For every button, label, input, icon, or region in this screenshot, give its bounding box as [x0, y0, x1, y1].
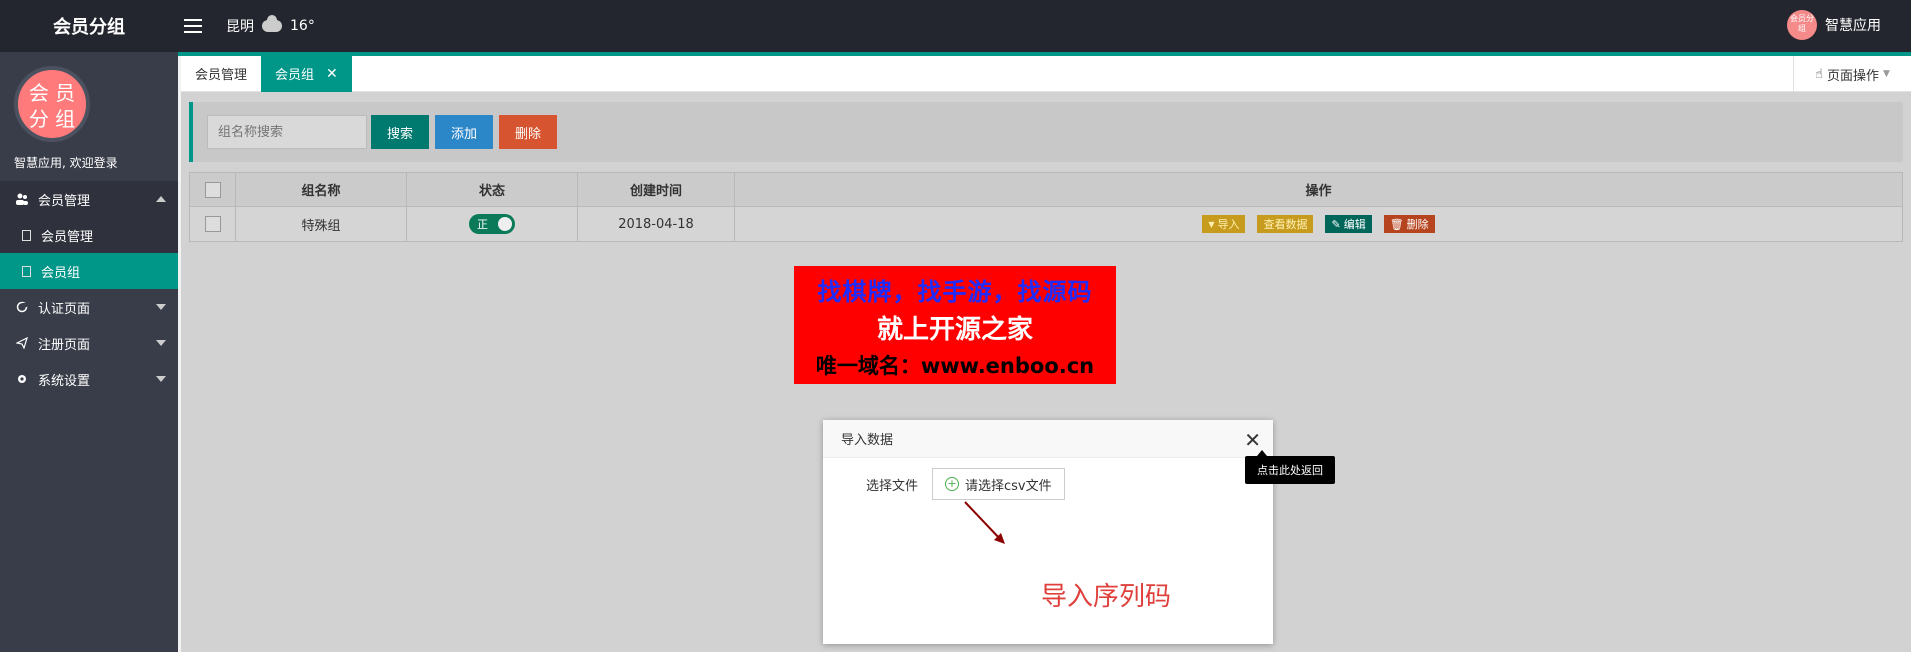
send-icon: [15, 336, 28, 350]
avatar: 会员分组: [1787, 10, 1817, 40]
ad-banner[interactable]: 找棋牌，找手游，找源码 就上开源之家 唯一域名：www.enboo.cn: [794, 266, 1116, 384]
status-cell: 正: [407, 207, 578, 241]
hamburger-menu-icon[interactable]: [184, 19, 202, 33]
dialog-title: 导入数据: [823, 420, 1273, 458]
select-all-checkbox[interactable]: [204, 181, 221, 198]
sidebar-item-register-page[interactable]: 注册页面: [0, 325, 178, 361]
sidebar-subitem-member-group[interactable]: 会员组: [0, 253, 178, 289]
import-note: 导入序列码: [1041, 582, 1172, 612]
page-ops-dropdown[interactable]: ☝ 页面操作 ▼: [1793, 56, 1911, 92]
view-data-button[interactable]: 查看数据: [1257, 215, 1314, 233]
close-tooltip: 点击此处返回: [1245, 450, 1335, 484]
status-toggle[interactable]: 正: [469, 214, 515, 234]
weather-temperature: 16°: [290, 18, 315, 34]
edit-button[interactable]: ✎ 编辑: [1325, 215, 1372, 233]
column-header: 状态: [407, 173, 578, 206]
search-input[interactable]: [207, 115, 367, 149]
row-checkbox[interactable]: [204, 216, 221, 232]
row-select-cell: [190, 207, 236, 241]
chevron-down-icon: [156, 304, 166, 310]
chevron-down-icon: [156, 376, 166, 382]
top-bar: 会员分组 昆明 16° 会员分组 智慧应用: [0, 0, 1911, 52]
user-menu[interactable]: 会员分组 智慧应用: [1787, 10, 1881, 40]
file-label: 选择文件: [866, 478, 919, 494]
column-header: 组名称: [236, 173, 407, 206]
import-label: 导入: [1217, 218, 1240, 231]
chevron-up-icon: [156, 196, 166, 202]
tab-bar: 会员管理 会员组 ✕ ☝ 页面操作 ▼: [181, 55, 1911, 92]
data-table: 组名称 状态 创建时间 操作 特殊组 正 2018-04-18 ▼ 导入 查看数据…: [189, 172, 1903, 242]
sidebar-subitem-member-management[interactable]: 会员管理: [0, 217, 178, 253]
group-name: 特殊组: [236, 207, 407, 241]
table-header: 组名称 状态 创建时间 操作: [190, 173, 1902, 207]
file-button-label: 请选择csv文件: [965, 478, 1052, 494]
users-icon: [16, 193, 28, 205]
tab-label: 会员管理: [195, 68, 248, 83]
sidebar-avatar[interactable]: 会 员 分 组: [14, 66, 90, 142]
weather-widget: 昆明 16°: [226, 15, 315, 36]
delete-button[interactable]: 删除: [499, 115, 558, 149]
status-toggle-label: 正: [477, 218, 488, 231]
sidebar: 会 员 分 组 智慧应用, 欢迎登录 会员管理 会员管理 会员组 认证页面 注册…: [0, 52, 178, 652]
gear-icon: [16, 373, 28, 385]
close-icon[interactable]: ✕: [1244, 428, 1261, 452]
sidebar-item-label: 认证页面: [38, 301, 91, 317]
sidebar-item-label: 会员管理: [38, 193, 91, 209]
file-icon: [22, 265, 31, 277]
sidebar-avatar-text-1: 会 员: [28, 81, 76, 105]
tab-member-group[interactable]: 会员组 ✕: [261, 55, 352, 92]
weather-city: 昆明: [226, 19, 254, 35]
edit-icon: ✎: [1331, 217, 1341, 231]
table-row: 特殊组 正 2018-04-18 ▼ 导入 查看数据 ✎ 编辑 🗑 删除: [190, 207, 1902, 241]
welcome-text: 智慧应用, 欢迎登录: [14, 156, 118, 170]
tab-label: 会员组: [275, 68, 315, 83]
ad-line-1: 找棋牌，找手游，找源码: [817, 278, 1093, 306]
sidebar-item-member-management[interactable]: 会员管理: [0, 181, 178, 217]
file-select-button[interactable]: + 请选择csv文件: [932, 468, 1065, 500]
cloud-icon: [262, 15, 282, 32]
chevron-down-icon: ▼: [1883, 69, 1890, 79]
column-header: 操作: [1305, 184, 1332, 199]
arrow-annotation-icon: [964, 501, 1005, 544]
close-icon[interactable]: ✕: [326, 66, 338, 82]
app-title: 会员分组: [53, 17, 125, 38]
select-all-cell: [190, 173, 236, 206]
sidebar-item-label: 系统设置: [38, 373, 91, 389]
sidebar-avatar-text-2: 分 组: [28, 107, 76, 131]
user-name: 智慧应用: [1825, 18, 1881, 34]
plus-circle-icon: +: [945, 477, 960, 491]
file-icon: [22, 229, 31, 241]
add-button[interactable]: 添加: [435, 115, 494, 149]
sidebar-item-auth-page[interactable]: 认证页面: [0, 289, 178, 325]
hand-pointer-icon: ☝: [1815, 66, 1823, 82]
page-ops-label: 页面操作: [1826, 68, 1879, 84]
trash-icon: 🗑: [1389, 217, 1404, 231]
caret-down-icon: ▼: [1208, 219, 1215, 229]
edit-label: 编辑: [1343, 218, 1366, 231]
sidebar-item-label: 会员管理: [41, 229, 94, 245]
actions-cell: ▼ 导入 查看数据 ✎ 编辑 🗑 删除: [735, 207, 1902, 241]
column-header: 创建时间: [578, 173, 735, 206]
created-date: 2018-04-18: [578, 207, 735, 241]
ad-line-2: 就上开源之家: [876, 315, 1033, 345]
delete-row-button[interactable]: 🗑 删除: [1383, 215, 1435, 233]
import-dialog: 导入数据 ✕ 选择文件 + 请选择csv文件 导入序列码: [823, 420, 1273, 644]
refresh-icon: [16, 301, 28, 313]
delete-label: 删除: [1406, 218, 1429, 231]
sidebar-item-label: 会员组: [41, 265, 81, 281]
ad-line-3: 唯一域名：www.enboo.cn: [815, 354, 1095, 378]
tab-member-management[interactable]: 会员管理: [181, 56, 261, 92]
sidebar-item-label: 注册页面: [38, 337, 91, 353]
file-select-row: 选择文件 + 请选择csv文件: [866, 468, 1065, 500]
search-button[interactable]: 搜索: [371, 115, 430, 149]
import-button[interactable]: ▼ 导入: [1202, 215, 1246, 233]
search-panel: 搜索 添加 删除: [189, 102, 1903, 162]
chevron-down-icon: [156, 340, 166, 346]
sidebar-item-system-settings[interactable]: 系统设置: [0, 361, 178, 397]
